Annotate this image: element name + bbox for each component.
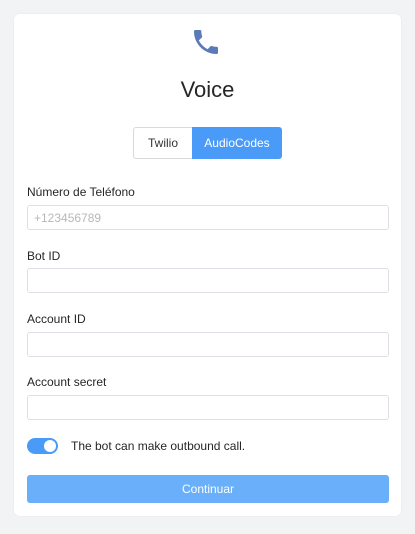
phone-number-label: Número de Teléfono (27, 185, 135, 199)
account-secret-input[interactable] (27, 395, 389, 420)
voice-setup-card: Voice Twilio AudioCodes Número de Teléfo… (14, 14, 401, 516)
tab-audiocodes[interactable]: AudioCodes (192, 127, 282, 159)
account-secret-label: Account secret (27, 375, 107, 389)
toggle-knob (44, 440, 56, 452)
provider-tabs: Twilio AudioCodes (133, 127, 282, 159)
phone-number-input[interactable] (27, 205, 389, 230)
phone-icon (194, 30, 218, 54)
outbound-call-label: The bot can make outbound call. (71, 439, 246, 453)
bot-id-input[interactable] (27, 268, 389, 293)
page-title: Voice (180, 77, 235, 102)
outbound-call-toggle[interactable] (27, 438, 58, 454)
tab-twilio[interactable]: Twilio (133, 127, 192, 159)
account-id-label: Account ID (27, 312, 86, 326)
continue-button[interactable]: Continuar (27, 475, 389, 503)
account-id-input[interactable] (27, 332, 389, 357)
bot-id-label: Bot ID (27, 249, 61, 263)
